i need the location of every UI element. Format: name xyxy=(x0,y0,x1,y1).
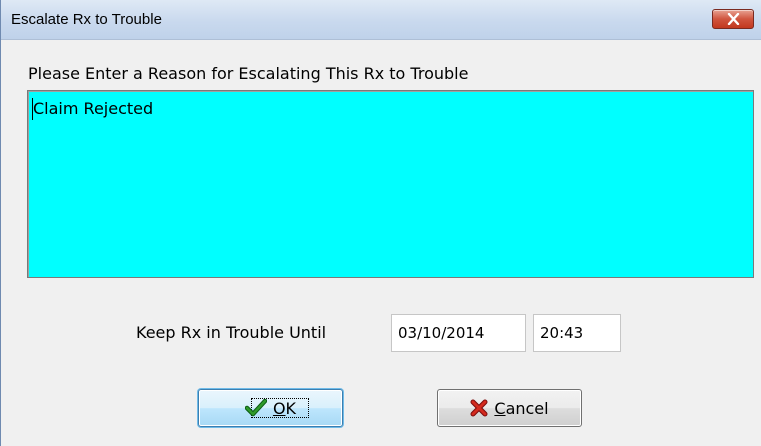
close-x-icon xyxy=(727,13,740,25)
reason-text: Claim Rejected xyxy=(33,99,154,118)
checkmark-icon xyxy=(244,399,267,417)
reason-textarea[interactable]: Claim Rejected xyxy=(27,90,754,278)
ok-button[interactable]: OK xyxy=(198,389,343,427)
text-caret xyxy=(32,98,33,120)
cancel-button[interactable]: Cancel xyxy=(437,389,582,427)
time-field[interactable]: 20:43 xyxy=(533,314,621,352)
window-title: Escalate Rx to Trouble xyxy=(11,11,162,28)
reason-prompt-label: Please Enter a Reason for Escalating Thi… xyxy=(28,64,469,83)
close-button[interactable] xyxy=(712,9,754,29)
cancel-button-label: Cancel xyxy=(494,398,549,418)
keep-until-label: Keep Rx in Trouble Until xyxy=(136,323,327,342)
red-x-icon xyxy=(470,399,488,417)
escalate-dialog: Escalate Rx to Trouble Please Enter a Re… xyxy=(0,0,761,446)
date-field[interactable]: 03/10/2014 xyxy=(391,314,526,352)
ok-button-label: OK xyxy=(272,398,297,418)
title-bar[interactable]: Escalate Rx to Trouble xyxy=(1,0,761,40)
